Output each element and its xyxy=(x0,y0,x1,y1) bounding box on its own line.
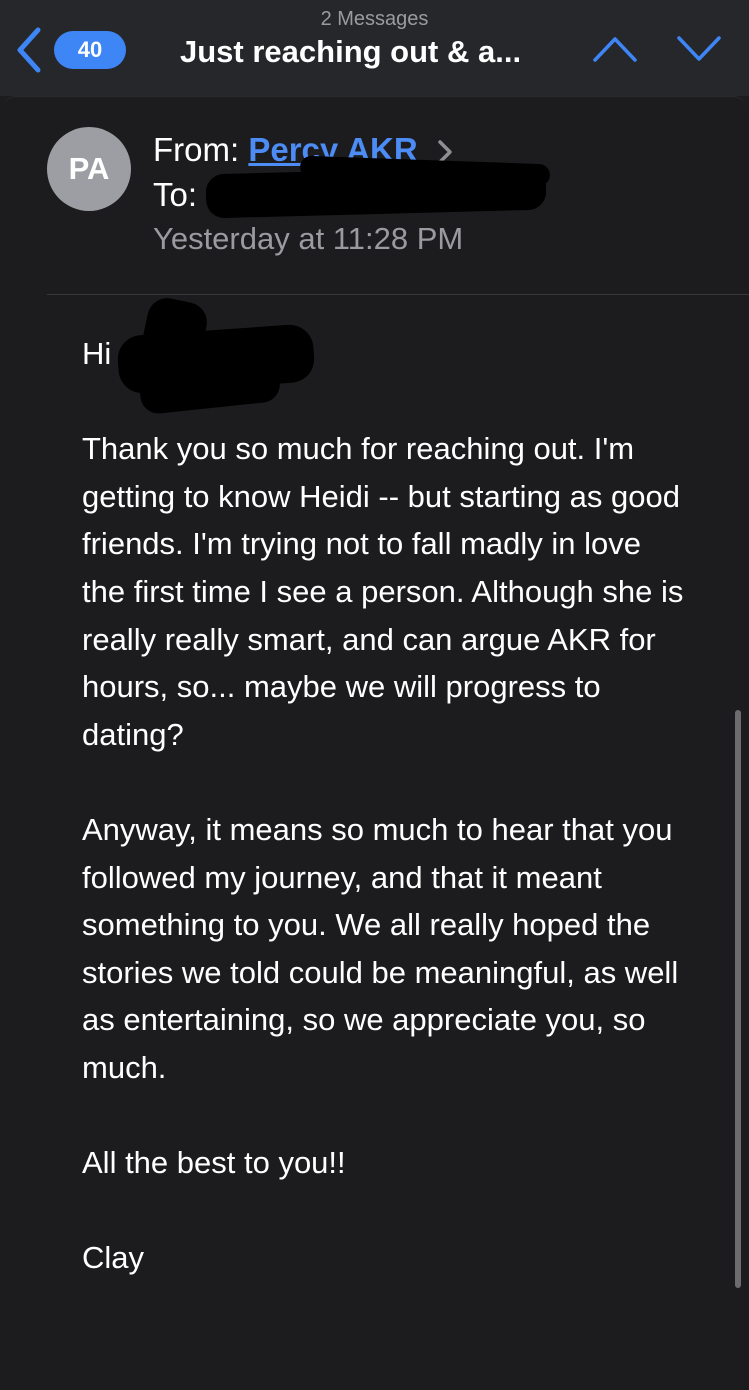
sent-date: Yesterday at 11:28 PM xyxy=(153,221,464,256)
back-button[interactable]: 40 xyxy=(14,26,126,76)
signature: Clay xyxy=(82,1240,145,1276)
body-paragraph: Thank you so much for reaching out. I'm … xyxy=(82,431,684,752)
navigation-bar: 2 Messages 40 Just reaching out & a... xyxy=(0,0,749,96)
chevron-up-icon[interactable] xyxy=(592,34,638,64)
body-paragraph: Anyway, it means so much to hear that yo… xyxy=(82,811,679,1085)
message-body: Hi Thank you so much for reaching out. I… xyxy=(82,330,692,1329)
from-label: From: xyxy=(153,131,240,168)
unread-count-badge: 40 xyxy=(54,31,126,69)
sender-avatar[interactable]: PA xyxy=(47,127,131,211)
header-divider xyxy=(47,294,749,295)
chevron-down-icon[interactable] xyxy=(676,34,722,64)
to-line: To: xyxy=(153,176,197,214)
to-label: To: xyxy=(153,176,198,213)
thread-subject: Just reaching out & a... xyxy=(180,34,522,69)
chevron-left-icon xyxy=(17,27,41,73)
scrollbar[interactable] xyxy=(735,710,741,1288)
body-paragraph: All the best to you!! xyxy=(82,1145,346,1181)
